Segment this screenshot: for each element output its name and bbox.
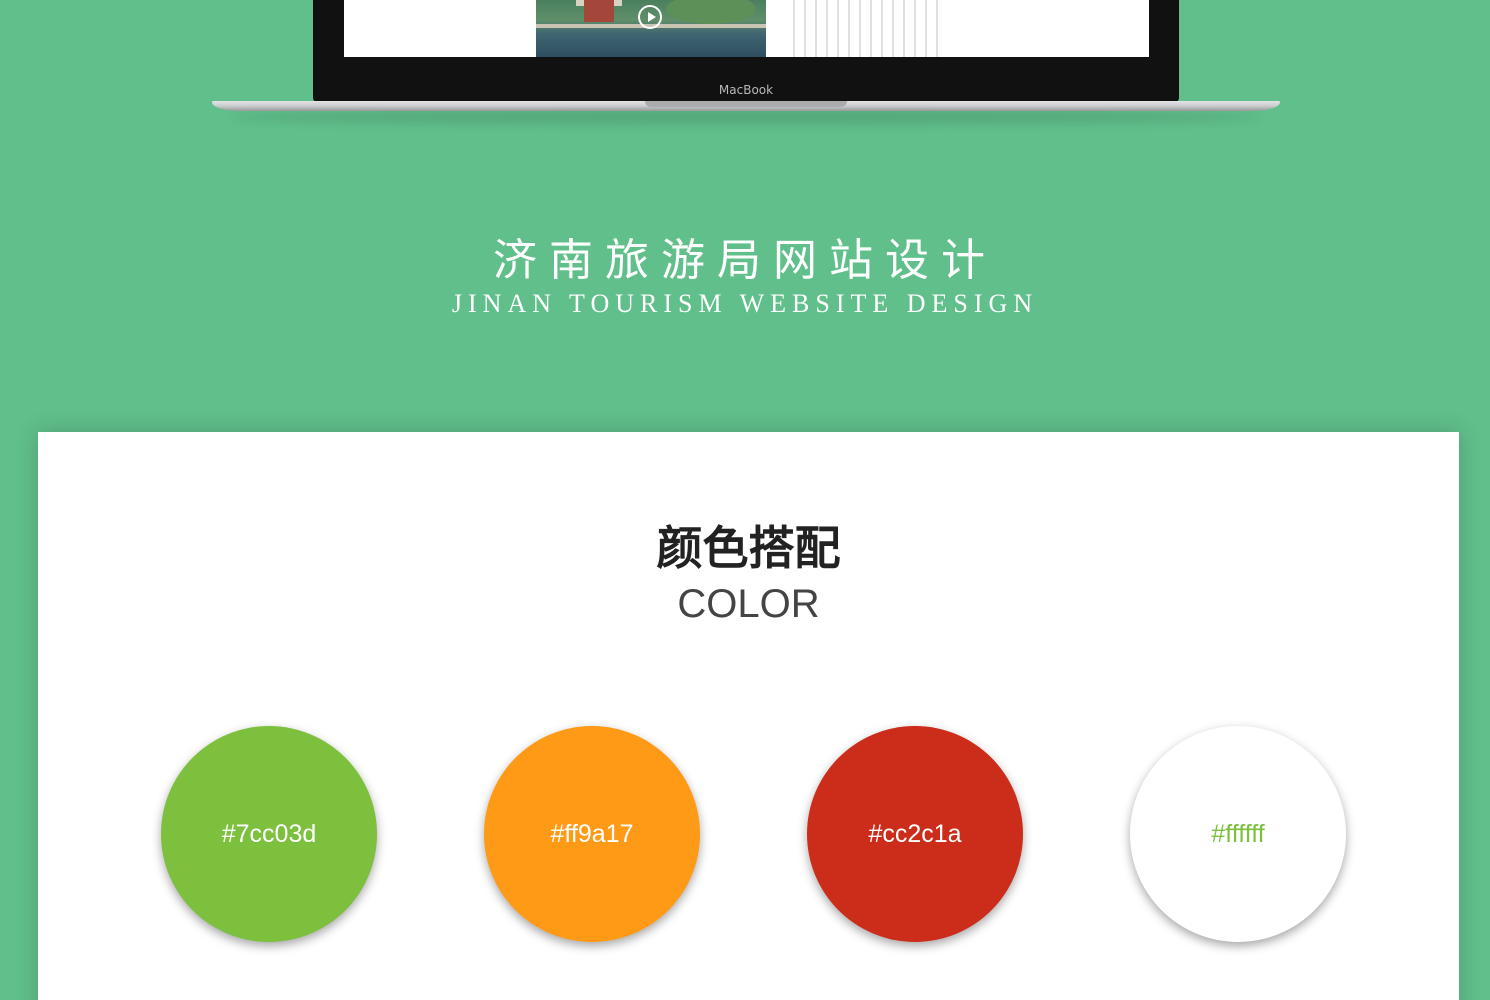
tree-shape [666, 0, 756, 24]
color-swatch-green: #7cc03d [161, 726, 377, 942]
laptop-display [344, 0, 1149, 57]
laptop-screen: MacBook [313, 0, 1179, 102]
play-icon[interactable] [638, 5, 662, 29]
website-preview-text [784, 0, 944, 57]
laptop-notch [645, 101, 847, 107]
section-title: 颜色搭配 [656, 521, 841, 575]
project-title-en: JINAN TOURISM WEBSITE DESIGN [451, 289, 1039, 318]
laptop-shadow [230, 110, 1260, 124]
laptop-brand-label: MacBook [718, 83, 774, 97]
section-subtitle: COLOR [677, 582, 820, 626]
website-preview-photo [536, 0, 766, 57]
color-palette-panel: 颜色搭配 COLOR #7cc03d #ff9a17 #cc2c1a #ffff… [38, 432, 1459, 1000]
color-swatch-red: #cc2c1a [807, 726, 1023, 942]
project-title-cn: 济南旅游局网站设计 [493, 235, 997, 286]
swatch-label: #7cc03d [221, 819, 317, 848]
swatch-label: #ff9a17 [550, 819, 634, 848]
swatch-label: #cc2c1a [868, 819, 962, 848]
swatch-label: #ffffff [1211, 819, 1265, 848]
pavilion [584, 0, 614, 22]
color-swatch-orange: #ff9a17 [484, 726, 700, 942]
color-swatch-white: #ffffff [1130, 726, 1346, 942]
